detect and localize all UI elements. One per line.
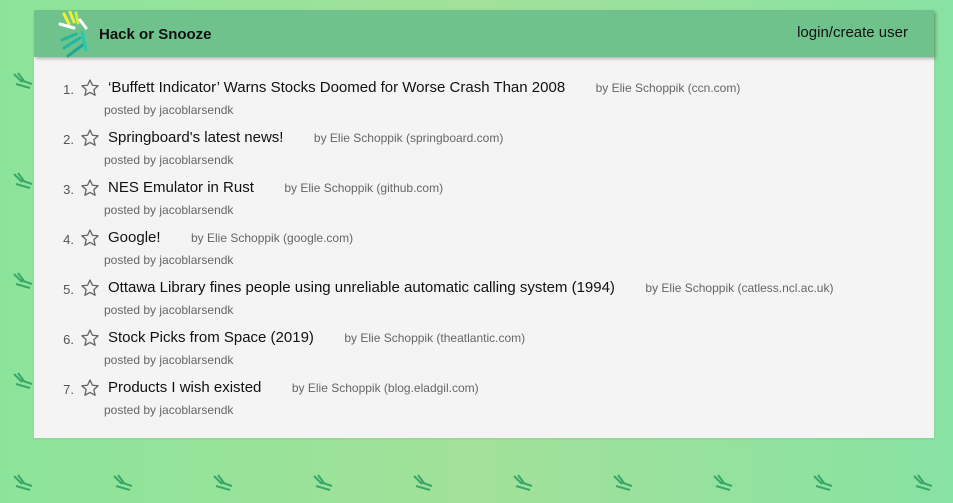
story-posted-by: posted by jacoblarsendk [104,253,234,267]
story-author: by Elie Schoppik (github.com) [284,181,444,195]
story-title-line: Google! by Elie Schoppik (google.com) [108,229,353,247]
story-title-link[interactable]: Products I wish existed [108,379,261,396]
main-container: Hack or Snooze login/create user 1. ‘Buf… [34,10,934,438]
story-number: 4. [63,232,74,247]
leaf-pattern-icon [613,474,633,491]
leaf-pattern-icon [13,272,33,289]
story-title-line: ‘Buffett Indicator’ Warns Stocks Doomed … [108,79,740,97]
leaf-logo-icon [58,10,88,58]
star-outline-icon[interactable] [80,228,100,248]
leaf-pattern-icon [213,474,233,491]
leaf-pattern-icon [13,372,33,389]
star-outline-icon[interactable] [80,278,100,298]
story-title-line: Ottawa Library fines people using unreli… [108,279,833,297]
leaf-pattern-icon [13,474,33,491]
story-title-link[interactable]: NES Emulator in Rust [108,179,254,196]
leaf-pattern-icon [113,474,133,491]
story-posted-by: posted by jacoblarsendk [104,303,234,317]
story-item: 6. Stock Picks from Space (2019) by Elie… [34,326,934,376]
leaf-pattern-icon [713,474,733,491]
story-author: by Elie Schoppik (ccn.com) [595,81,741,95]
story-title-link[interactable]: Springboard's latest news! [108,129,283,146]
story-item: 1. ‘Buffett Indicator’ Warns Stocks Doom… [34,76,934,126]
story-title-line: Products I wish existed by Elie Schoppik… [108,379,479,397]
star-outline-icon[interactable] [80,178,100,198]
login-create-user-link[interactable]: login/create user [797,24,908,41]
story-author: by Elie Schoppik (blog.eladgil.com) [291,381,479,395]
star-outline-icon[interactable] [80,378,100,398]
story-number: 5. [63,282,74,297]
leaf-pattern-icon [813,474,833,491]
leaf-pattern-icon [13,172,33,189]
star-outline-icon[interactable] [80,128,100,148]
story-author: by Elie Schoppik (google.com) [191,231,354,245]
story-item: 7. Products I wish existed by Elie Schop… [34,376,934,426]
star-outline-icon[interactable] [80,328,100,348]
story-item: 5. Ottawa Library fines people using unr… [34,276,934,326]
story-author: by Elie Schoppik (catless.ncl.ac.uk) [645,281,834,295]
story-number: 3. [63,182,74,197]
story-title-line: Springboard's latest news! by Elie Schop… [108,129,503,147]
story-posted-by: posted by jacoblarsendk [104,153,234,167]
leaf-pattern-icon [13,72,33,89]
star-outline-icon[interactable] [80,78,100,98]
leaf-pattern-icon [313,474,333,491]
story-posted-by: posted by jacoblarsendk [104,103,234,117]
leaf-pattern-icon [413,474,433,491]
story-item: 2. Springboard's latest news! by Elie Sc… [34,126,934,176]
story-title-link[interactable]: Google! [108,229,161,246]
story-number: 7. [63,382,74,397]
leaf-pattern-icon [513,474,533,491]
story-list: 1. ‘Buffett Indicator’ Warns Stocks Doom… [34,76,934,426]
story-title-link[interactable]: Ottawa Library fines people using unreli… [108,279,615,296]
navbar: Hack or Snooze login/create user [34,10,934,58]
story-posted-by: posted by jacoblarsendk [104,353,234,367]
story-item: 4. Google! by Elie Schoppik (google.com)… [34,226,934,276]
story-posted-by: posted by jacoblarsendk [104,403,234,417]
story-title-line: NES Emulator in Rust by Elie Schoppik (g… [108,179,443,197]
story-number: 2. [63,132,74,147]
leaf-pattern-icon [913,474,933,491]
story-posted-by: posted by jacoblarsendk [104,203,234,217]
story-number: 6. [63,332,74,347]
brand-link[interactable]: Hack or Snooze [99,26,212,43]
story-author: by Elie Schoppik (springboard.com) [313,131,504,145]
story-title-link[interactable]: ‘Buffett Indicator’ Warns Stocks Doomed … [108,79,565,96]
story-title-link[interactable]: Stock Picks from Space (2019) [108,329,314,346]
story-item: 3. NES Emulator in Rust by Elie Schoppik… [34,176,934,226]
story-title-line: Stock Picks from Space (2019) by Elie Sc… [108,329,525,347]
story-author: by Elie Schoppik (theatlantic.com) [344,331,526,345]
story-number: 1. [63,82,74,97]
